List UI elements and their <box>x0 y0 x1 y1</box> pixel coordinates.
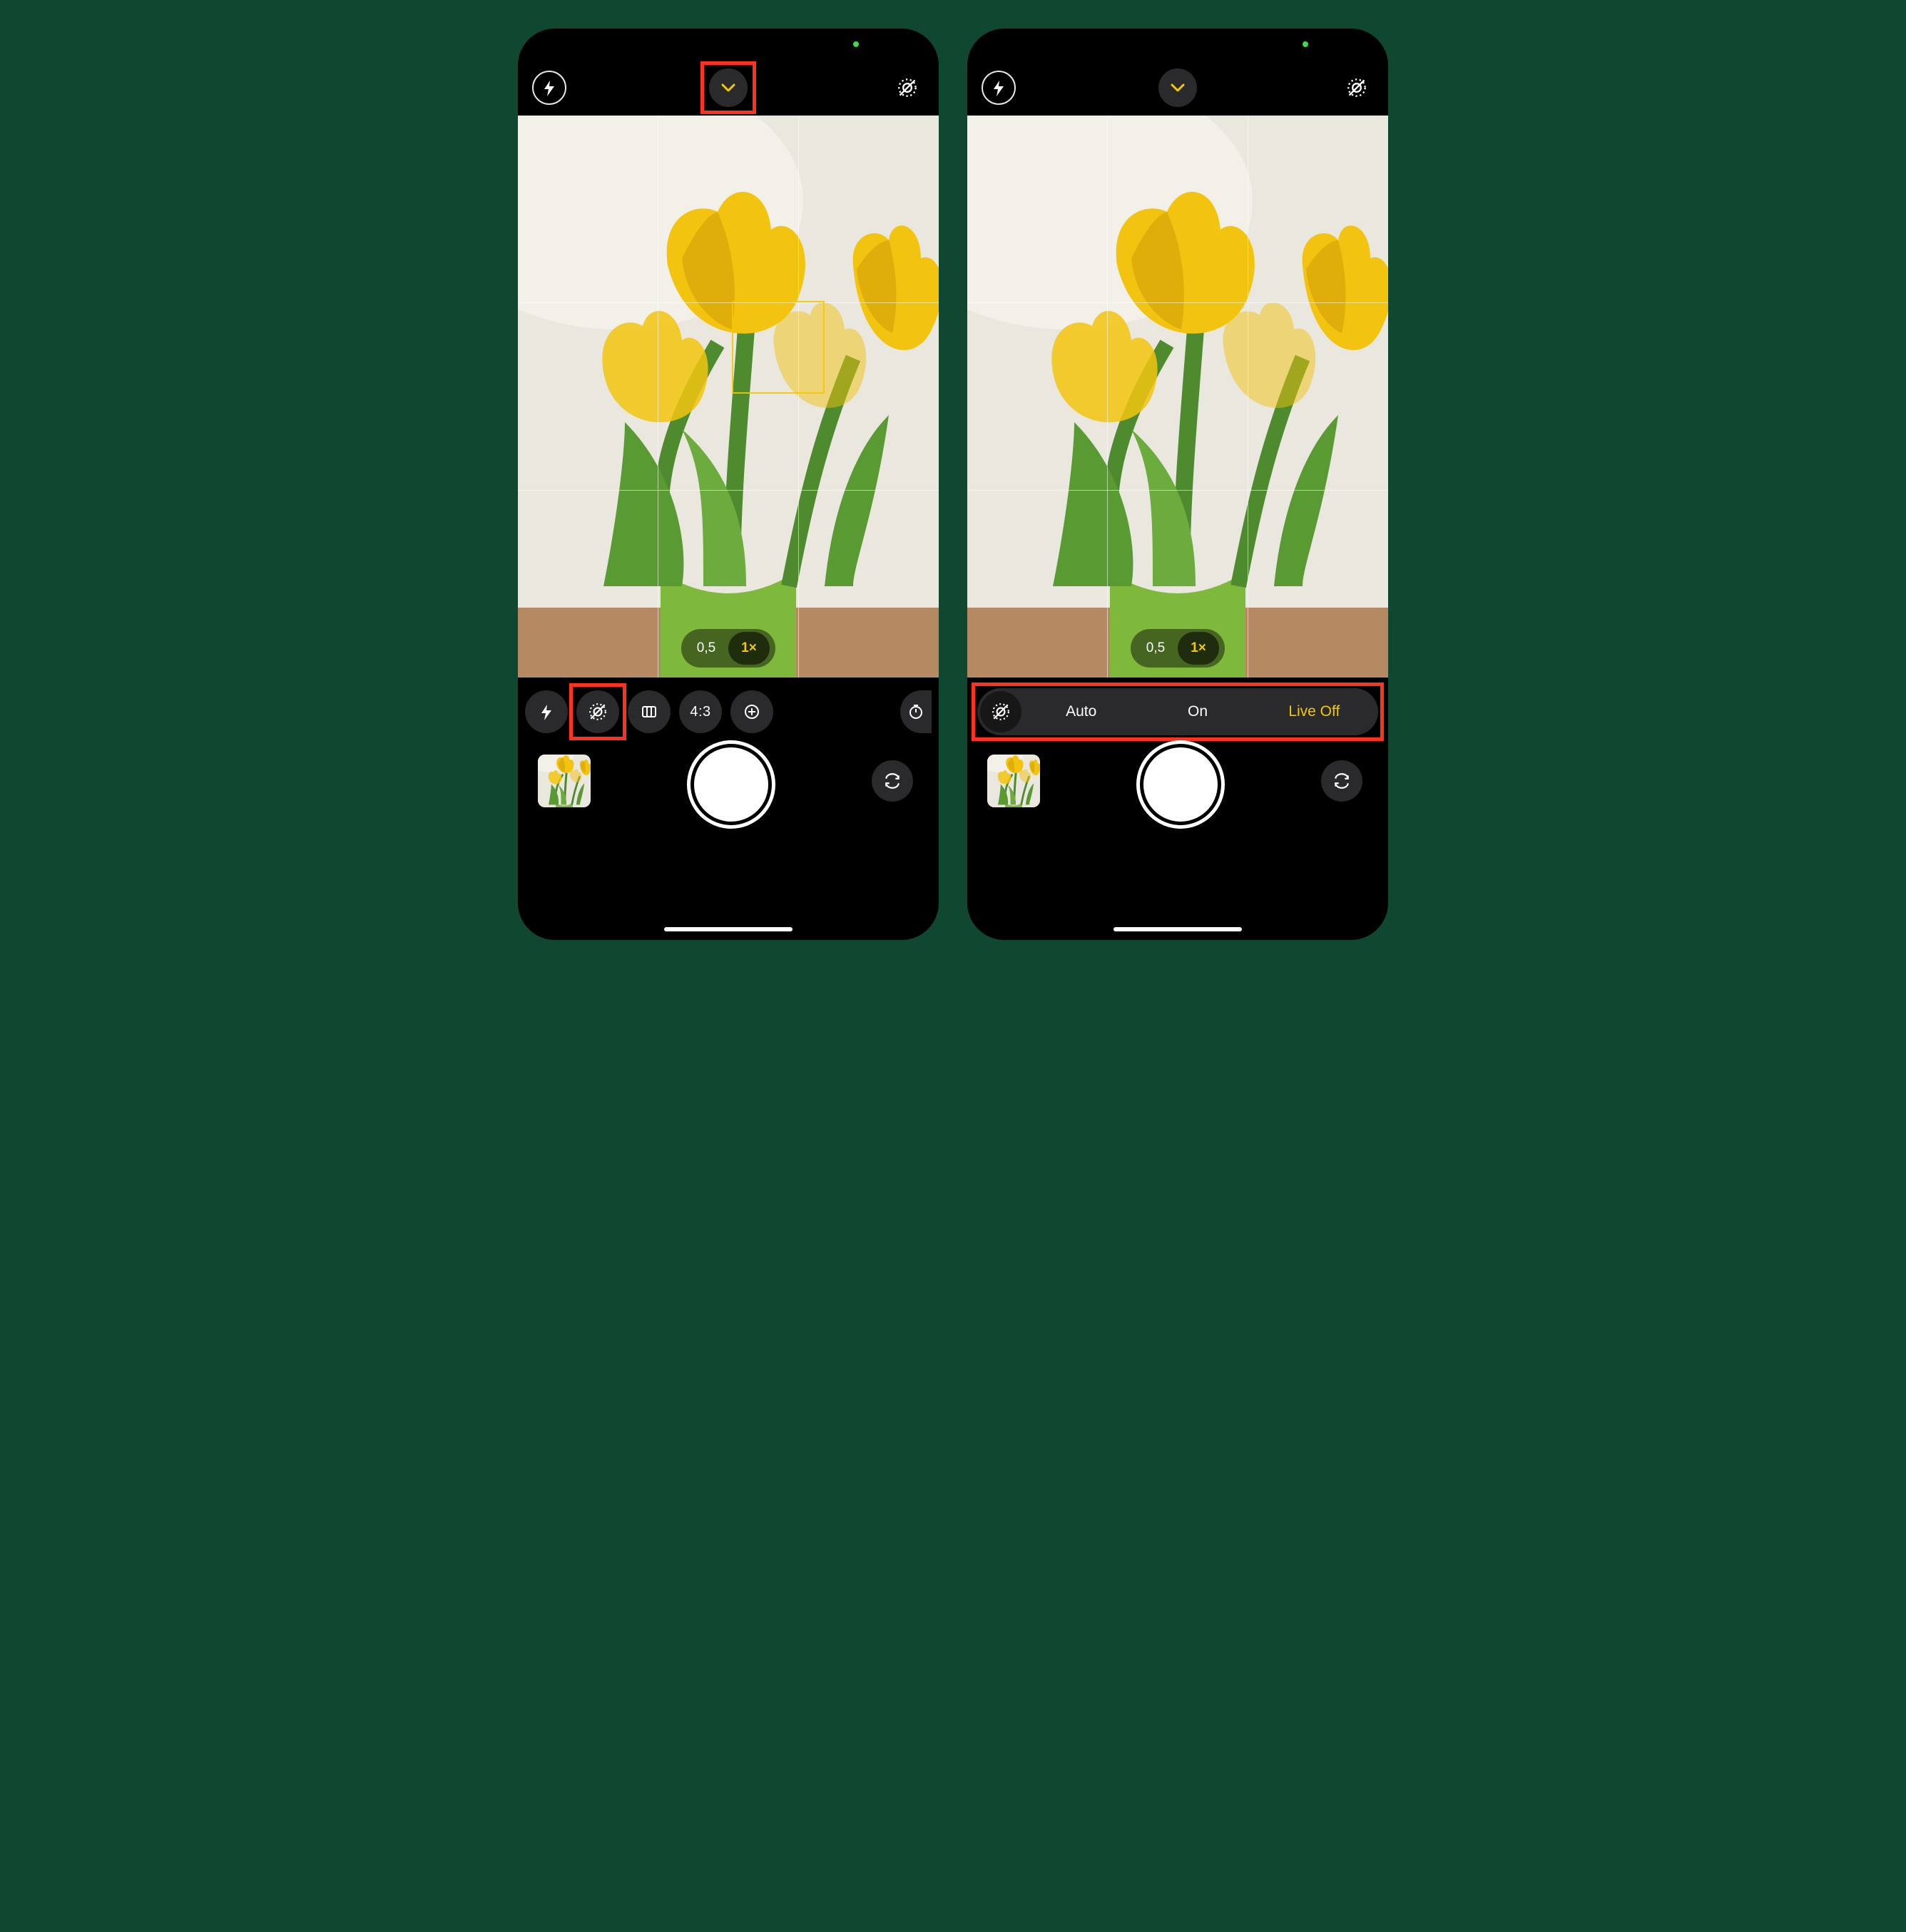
zoom-option-0-5x[interactable]: 0,5 <box>1136 632 1175 665</box>
thumbnail-image <box>987 755 1040 807</box>
chevron-down-icon <box>1169 79 1186 96</box>
grid-line <box>518 302 939 303</box>
grid-line <box>967 490 1388 491</box>
viewfinder-scene <box>518 116 939 678</box>
live-photo-off-icon <box>897 78 917 98</box>
camera-flip-button[interactable] <box>872 760 913 802</box>
shutter-button[interactable] <box>1143 747 1218 822</box>
live-photo-toggle[interactable] <box>890 71 924 105</box>
live-option-auto[interactable]: Auto <box>1024 697 1138 726</box>
shutter-row <box>967 746 1388 940</box>
exposure-icon <box>743 703 760 720</box>
zoom-selector[interactable]: 0,5 1× <box>1131 629 1225 668</box>
flash-icon <box>538 703 555 720</box>
flash-icon <box>541 79 558 96</box>
zoom-option-0-5x[interactable]: 0,5 <box>687 632 725 665</box>
focus-indicator <box>732 301 825 394</box>
photographic-styles-button[interactable] <box>628 690 671 733</box>
grid-line <box>967 302 1388 303</box>
grid-line <box>1107 116 1108 678</box>
camera-app-left: 0,5 1× 4:3 <box>518 29 939 940</box>
zoom-option-1x[interactable]: 1× <box>1178 632 1219 665</box>
zoom-selector[interactable]: 0,5 1× <box>681 629 775 668</box>
last-photo-thumbnail[interactable] <box>987 755 1040 807</box>
camera-app-right: 0,5 1× Auto On Live Off <box>967 29 1388 940</box>
status-bar <box>518 29 939 60</box>
timer-button[interactable] <box>900 690 932 733</box>
live-photo-toggle[interactable] <box>1340 71 1374 105</box>
expand-controls-button[interactable] <box>1158 68 1197 107</box>
grid-line <box>518 490 939 491</box>
camera-flip-button[interactable] <box>1321 760 1362 802</box>
camera-top-bar <box>518 60 939 116</box>
grid-line <box>798 116 799 678</box>
home-indicator[interactable] <box>1113 927 1242 931</box>
status-bar <box>967 29 1388 60</box>
camera-indicator-dot <box>853 41 859 47</box>
flash-icon <box>990 79 1007 96</box>
flip-camera-icon <box>1332 772 1351 790</box>
camera-viewfinder[interactable]: 0,5 1× <box>967 116 1388 678</box>
live-photo-icon-button[interactable] <box>980 691 1021 732</box>
styles-icon <box>641 703 658 720</box>
live-photo-off-icon <box>1347 78 1367 98</box>
zoom-option-1x[interactable]: 1× <box>728 632 770 665</box>
exposure-button[interactable] <box>730 690 773 733</box>
thumbnail-image <box>538 755 591 807</box>
expand-controls-button[interactable] <box>709 68 748 107</box>
camera-viewfinder[interactable]: 0,5 1× <box>518 116 939 678</box>
shutter-button[interactable] <box>694 747 768 822</box>
camera-tool-tray: 4:3 <box>518 678 939 746</box>
last-photo-thumbnail[interactable] <box>538 755 591 807</box>
timer-icon <box>907 703 924 720</box>
viewfinder-scene <box>967 116 1388 678</box>
chevron-down-icon <box>720 79 737 96</box>
camera-indicator-dot <box>1303 41 1308 47</box>
flash-toggle[interactable] <box>532 71 566 105</box>
flash-toggle[interactable] <box>982 71 1016 105</box>
live-option-on[interactable]: On <box>1141 697 1254 726</box>
live-photo-off-icon <box>992 702 1010 721</box>
flip-camera-icon <box>883 772 902 790</box>
live-photo-options: Auto On Live Off <box>977 688 1378 735</box>
live-option-off[interactable]: Live Off <box>1258 697 1371 726</box>
flash-button[interactable] <box>525 690 568 733</box>
camera-top-bar <box>967 60 1388 116</box>
live-photo-options-bar: Auto On Live Off <box>967 678 1388 746</box>
shutter-row <box>518 746 939 940</box>
home-indicator[interactable] <box>664 927 793 931</box>
live-photo-button[interactable] <box>576 690 619 733</box>
live-photo-off-icon <box>588 702 607 721</box>
aspect-ratio-button[interactable]: 4:3 <box>679 690 722 733</box>
